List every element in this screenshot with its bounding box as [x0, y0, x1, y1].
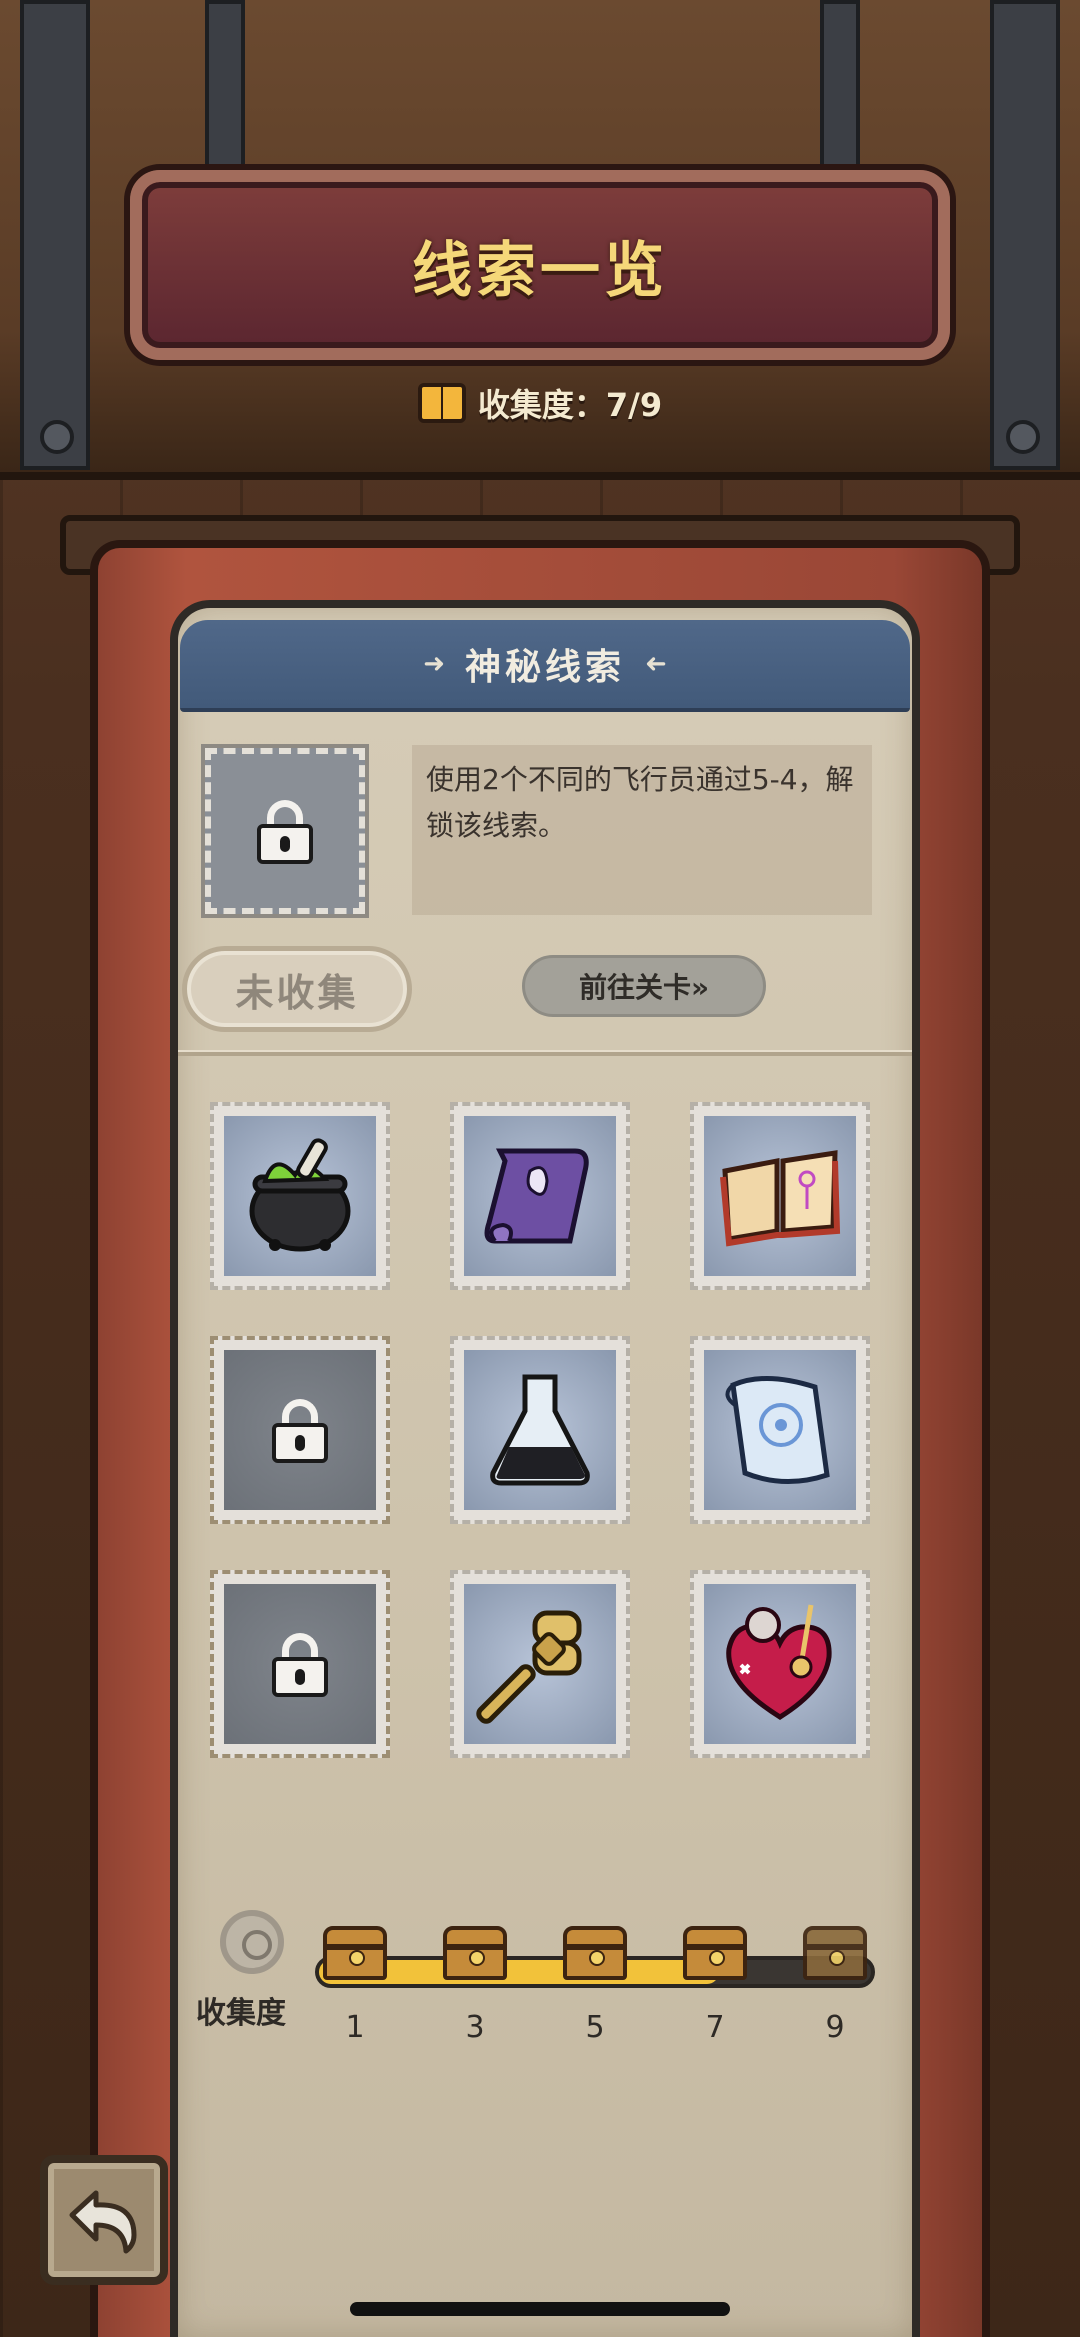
page-title: 线索一览 [412, 235, 668, 306]
clue-slot-8[interactable] [450, 1570, 630, 1758]
collection-label: 收集度 [196, 1996, 286, 2031]
right-arrow-ornament-icon: ➜ [645, 649, 667, 679]
windup-key-icon [476, 1610, 582, 1724]
back-arrow-icon [69, 2190, 137, 2254]
goto-stage-button[interactable]: 前往关卡» [522, 955, 766, 1017]
milestone-chest-icon[interactable] [563, 1926, 627, 1980]
blue-map-icon [725, 1376, 830, 1484]
collection-progress-header: 收集度：7/9 [0, 380, 1080, 426]
panel-header: ➜ 神秘线索 ➜ [180, 620, 910, 712]
title-plate: 线索一览 [130, 170, 950, 360]
home-indicator [350, 2302, 730, 2316]
lock-icon [257, 800, 313, 864]
milestone-chest-icon[interactable] [323, 1926, 387, 1980]
clue-slot-2[interactable] [450, 1102, 630, 1290]
goto-stage-label: 前往关卡» [578, 971, 710, 1004]
milestone-chest-icon[interactable] [803, 1926, 867, 1980]
clue-slot-5[interactable] [450, 1336, 630, 1524]
clue-name: 神秘线索 [464, 647, 625, 688]
status-text: 未收集 [235, 970, 359, 1015]
magnifier-icon [220, 1910, 284, 1974]
clue-slot-6[interactable] [690, 1336, 870, 1524]
milestone-label: 7 [705, 2010, 725, 2045]
heart-pincushion-icon [726, 1604, 832, 1720]
book-icon [417, 383, 466, 423]
right-hanger-strap [820, 0, 860, 180]
milestone-label: 5 [585, 2010, 605, 2045]
clue-slot-7[interactable] [210, 1570, 390, 1758]
milestone-label: 1 [345, 2010, 365, 2045]
left-arrow-ornament-icon: ➜ [423, 649, 445, 679]
clue-slot-1[interactable] [210, 1102, 390, 1290]
divider [178, 1050, 912, 1056]
clue-slot-9[interactable] [690, 1570, 870, 1758]
milestone-label: 9 [825, 2010, 845, 2045]
collection-status-badge: 未收集 [182, 946, 412, 1032]
clue-description-box: 使用2个不同的飞行员通过5-4，解锁该线索。 [412, 745, 872, 915]
clue-slot-4[interactable] [210, 1336, 390, 1524]
lock-icon [272, 1399, 328, 1463]
back-button[interactable] [40, 2155, 168, 2285]
clue-slot-3[interactable] [690, 1102, 870, 1290]
selected-clue-slot [201, 744, 369, 918]
collection-progress-text: 收集度：7/9 [477, 386, 663, 424]
flask-icon [490, 1374, 590, 1486]
clue-description: 使用2个不同的飞行员通过5-4，解锁该线索。 [426, 763, 854, 842]
left-hanger-strap [205, 0, 245, 180]
milestone-chest-icon[interactable] [683, 1926, 747, 1980]
milestone-label: 3 [465, 2010, 485, 2045]
lock-icon [272, 1633, 328, 1697]
purple-scroll-icon [484, 1148, 589, 1244]
collection-progress-bar: 收集度 1 3 5 7 9 [190, 1910, 890, 2045]
open-book-icon [720, 1150, 841, 1247]
cauldron-icon [249, 1138, 351, 1252]
milestone-chest-icon[interactable] [443, 1926, 507, 1980]
